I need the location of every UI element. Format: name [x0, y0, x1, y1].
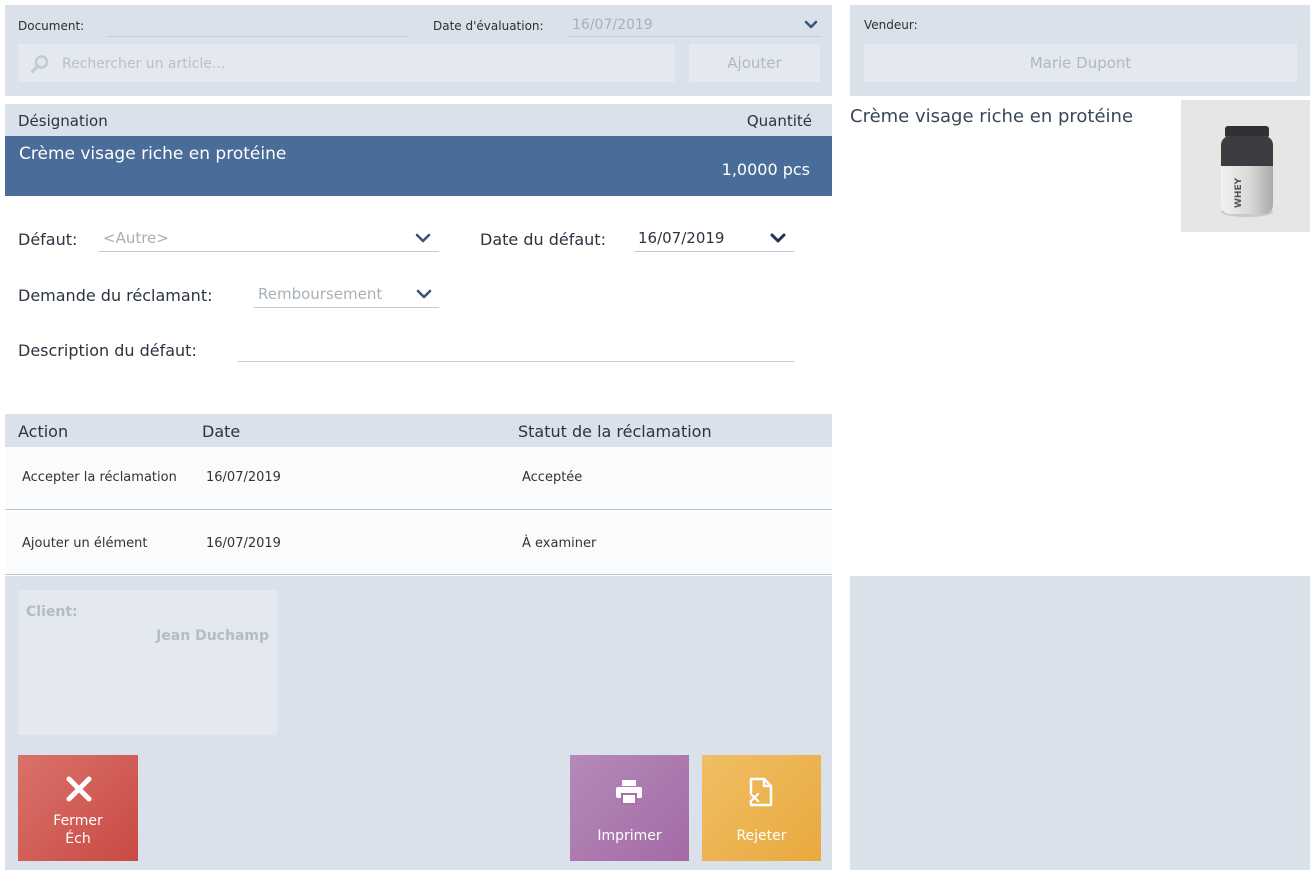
request-label: Demande du réclamant: [18, 286, 213, 305]
close-x-icon [66, 776, 92, 802]
seller-label: Vendeur: [864, 18, 918, 32]
whey-protein-jar-image: WHEY [1221, 126, 1273, 217]
chevron-down-icon[interactable] [770, 233, 786, 244]
designation-column-header: Désignation [18, 112, 108, 130]
item-quantity: 1,0000 pcs [721, 160, 810, 179]
date-cell: 16/07/2019 [206, 470, 281, 485]
status-cell: Acceptée [522, 470, 583, 485]
defect-date-value: 16/07/2019 [638, 229, 725, 247]
defect-date-label: Date du défaut: [480, 230, 606, 249]
document-label: Document: [18, 19, 85, 33]
close-exchange-button[interactable]: Fermer Éch [18, 755, 138, 861]
action-cell: Ajouter un élément [22, 536, 148, 551]
document-field[interactable] [108, 18, 408, 37]
request-select[interactable]: Remboursement [254, 282, 439, 308]
close-label-line1: Fermer [53, 813, 103, 829]
chevron-down-icon[interactable] [415, 233, 431, 244]
request-value: Remboursement [258, 285, 383, 303]
reject-document-icon [749, 777, 773, 807]
seller-name-field[interactable]: Marie Dupont [864, 44, 1297, 82]
date-cell: 16/07/2019 [206, 536, 281, 551]
defect-select[interactable]: <Autre> [99, 226, 439, 252]
search-icon [31, 55, 49, 73]
printer-icon [616, 780, 642, 805]
table-row[interactable]: Accepter la réclamation 16/07/2019 Accep… [5, 447, 832, 510]
side-bottom-panel [850, 576, 1310, 870]
reject-label: Rejeter [736, 828, 787, 844]
print-button[interactable]: Imprimer [570, 755, 689, 861]
evaluation-date-label: Date d'évaluation: [433, 19, 544, 33]
items-table-header: Désignation Quantité [5, 104, 832, 136]
defect-label: Défaut: [18, 230, 78, 249]
item-name: Crème visage riche en protéine [19, 144, 287, 164]
evaluation-date-value: 16/07/2019 [572, 17, 653, 33]
selected-item-row[interactable]: Crème visage riche en protéine 1,0000 pc… [5, 136, 832, 196]
search-box[interactable] [18, 44, 675, 84]
jar-label-text: WHEY [1234, 177, 1244, 208]
reject-button[interactable]: Rejeter [702, 755, 821, 861]
chevron-down-icon[interactable] [416, 289, 432, 300]
add-button[interactable]: Ajouter [689, 44, 820, 82]
defect-value: <Autre> [103, 229, 169, 247]
client-card[interactable]: Client: Jean Duchamp [18, 590, 277, 735]
action-column-header: Action [18, 422, 69, 441]
quantity-column-header: Quantité [746, 112, 812, 130]
product-image: WHEY [1181, 100, 1310, 232]
defect-date-field[interactable]: 16/07/2019 [634, 226, 794, 252]
client-label: Client: [26, 604, 78, 620]
close-label-line2: Éch [65, 831, 91, 847]
status-cell: À examiner [522, 536, 597, 551]
action-cell: Accepter la réclamation [22, 470, 177, 485]
description-field[interactable] [238, 338, 794, 362]
status-column-header: Statut de la réclamation [518, 422, 712, 441]
search-input[interactable] [60, 44, 664, 84]
description-label: Description du défaut: [18, 341, 197, 360]
actions-table-header: Action Date Statut de la réclamation [5, 414, 832, 447]
date-column-header: Date [202, 422, 241, 441]
client-name: Jean Duchamp [156, 628, 269, 644]
product-preview-title: Crème visage riche en protéine [850, 106, 1134, 127]
chevron-down-icon[interactable] [804, 20, 818, 30]
table-row[interactable]: Ajouter un élément 16/07/2019 À examiner [5, 512, 832, 575]
print-label: Imprimer [597, 828, 662, 844]
evaluation-date-field[interactable]: 16/07/2019 [568, 15, 820, 37]
